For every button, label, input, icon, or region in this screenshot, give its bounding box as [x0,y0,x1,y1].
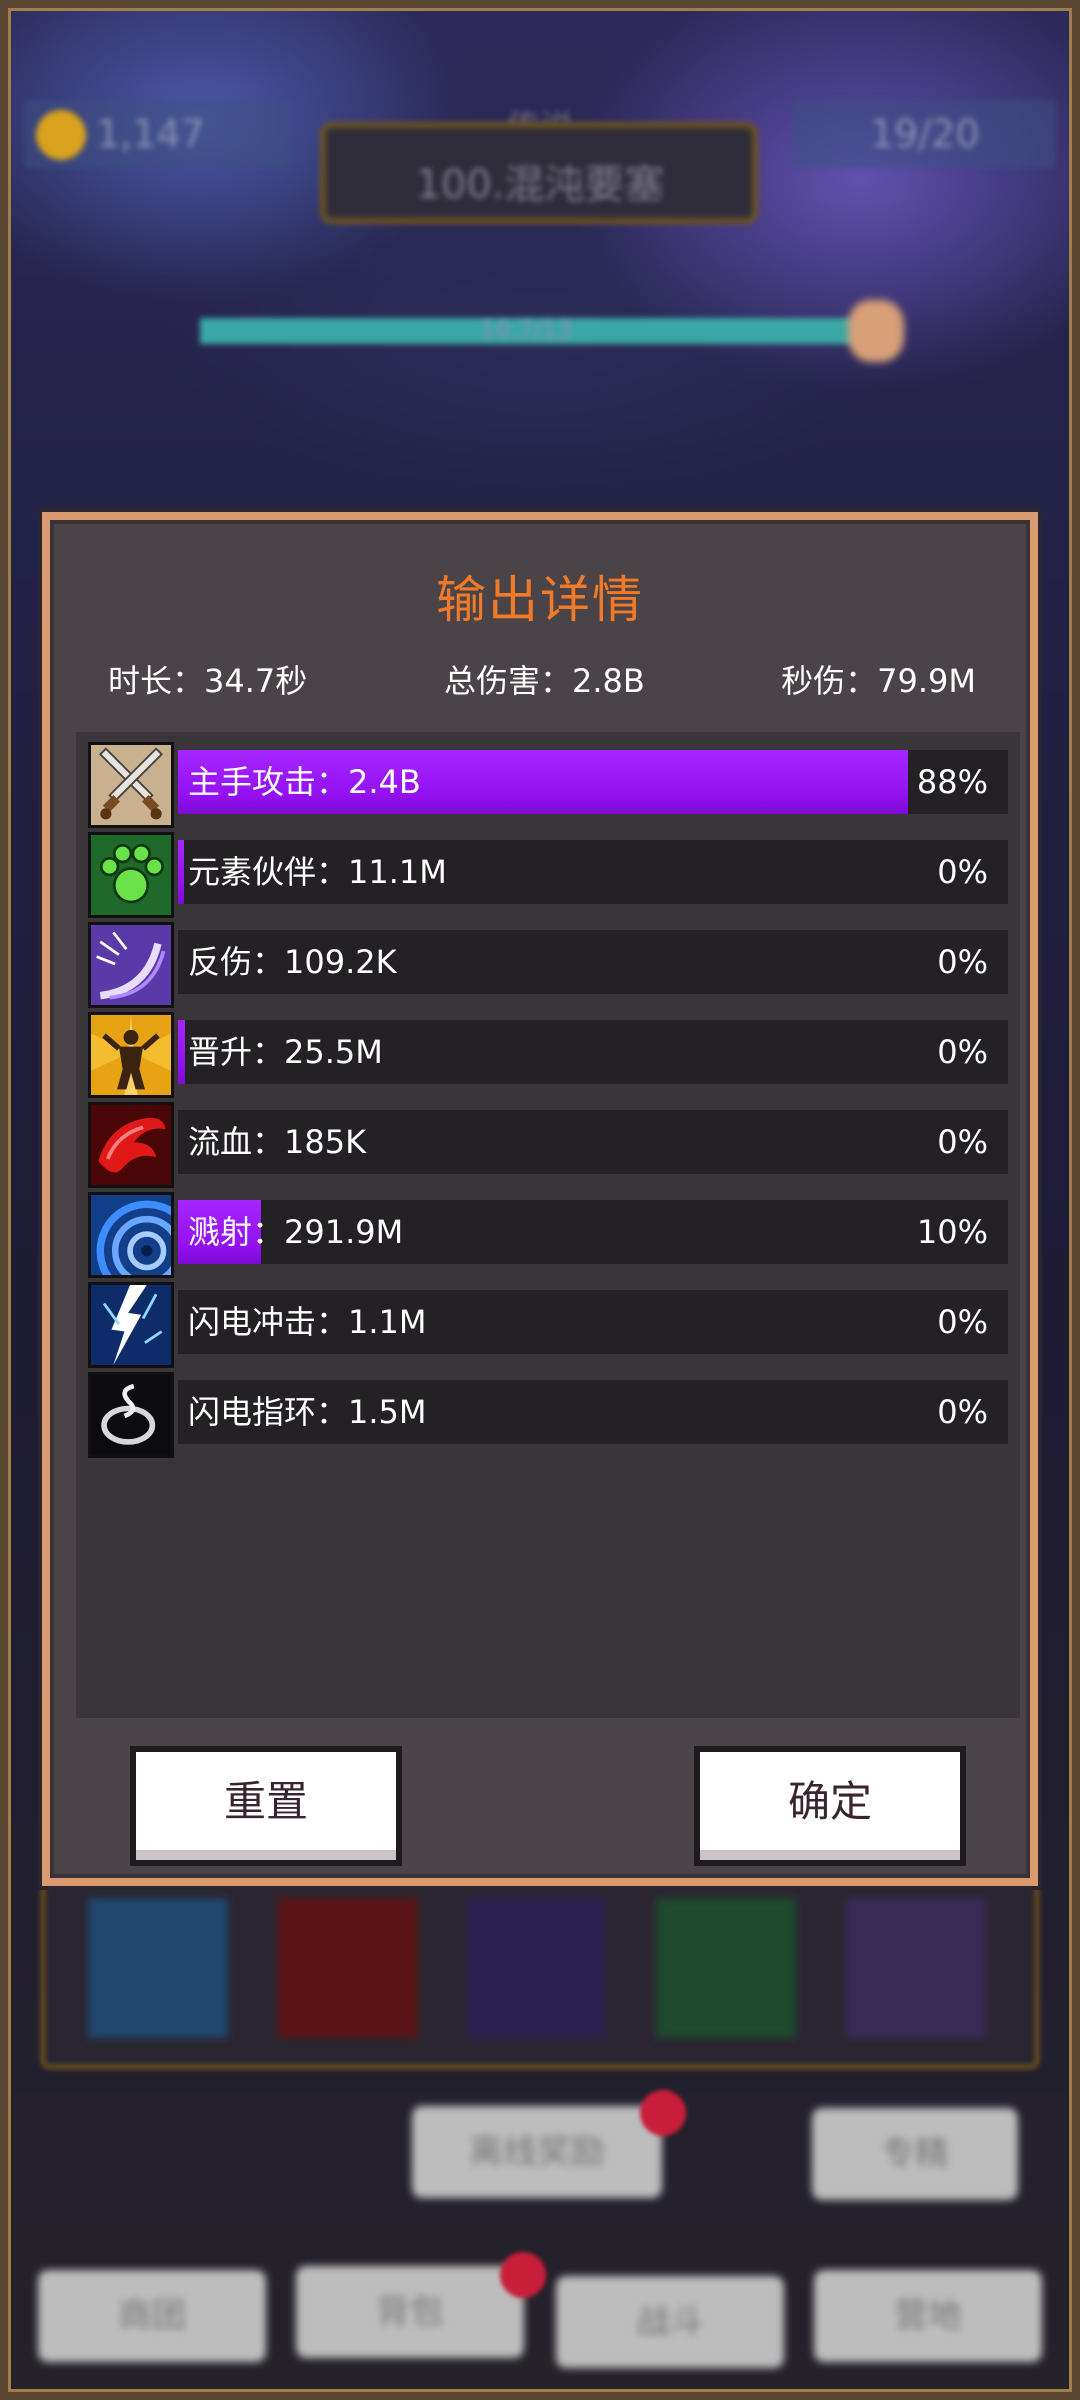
skill-percent: 0% [937,1123,988,1161]
list-item: 流血：185K 0% [88,1102,1008,1188]
damage-bar-fill [178,1020,185,1084]
lightning-icon [88,1282,174,1368]
skill-percent: 0% [937,1393,988,1431]
skill-percent: 10% [916,1213,988,1251]
card-violet[interactable] [846,1898,986,2038]
special-button[interactable]: 专精 [812,2108,1018,2200]
list-item: 主手攻击：2.4B 88% [88,742,1008,828]
dialog-title: 输出详情 [436,571,644,629]
total-damage-stat: 总伤害：2.8B [444,662,645,700]
golden-ascend-icon [88,1012,174,1098]
purple-reflect-icon [88,922,174,1008]
card-green[interactable] [656,1898,796,2038]
list-item: 元素伙伴：11.1M 0% [88,832,1008,918]
skill-percent: 0% [937,1303,988,1341]
skill-label: 主手攻击：2.4B [188,763,421,801]
list-item: 闪电冲击：1.1M 0% [88,1282,1008,1368]
card-purple[interactable] [466,1898,606,2038]
damage-detail-dialog: 输出详情 时长：34.7秒 总伤害：2.8B 秒伤：79.9M 主手攻击：2.4… [42,512,1038,1886]
skill-damage-list: 主手攻击：2.4B 88% 元素伙伴：11.1M 0% 反伤：109.2K 0%… [76,732,1020,1718]
nav-guild[interactable]: 商团 [38,2270,266,2362]
skill-label: 反伤：109.2K [188,943,397,981]
confirm-button[interactable]: 确定 [700,1752,960,1860]
notification-dot [500,2252,546,2298]
damage-bar-fill [178,840,184,904]
boss-hp-text: 10.7/13 [480,316,573,344]
skill-label: 流血：185K [188,1123,367,1161]
boss-fox-icon [848,300,904,362]
skill-percent: 88% [916,763,988,801]
nav-battle[interactable]: 战斗 [556,2276,784,2368]
notification-dot [640,2090,686,2136]
list-item: 反伤：109.2K 0% [88,922,1008,1008]
skill-label: 元素伙伴：11.1M [188,853,447,891]
card-red[interactable] [278,1898,418,2038]
skill-label: 溅射：291.9M [188,1213,404,1251]
reset-button[interactable]: 重置 [136,1752,396,1860]
splash-vortex-icon [88,1192,174,1278]
list-item: 闪电指环：1.5M 0% [88,1372,1008,1458]
skill-percent: 0% [937,853,988,891]
green-paw-icon [88,832,174,918]
skill-label: 晋升：25.5M [188,1033,383,1071]
list-item: 溅射：291.9M 10% [88,1192,1008,1278]
bleed-icon [88,1102,174,1188]
list-item: 晋升：25.5M 0% [88,1012,1008,1098]
lightning-ring-icon [88,1372,174,1458]
skill-percent: 0% [937,943,988,981]
skill-label: 闪电指环：1.5M [188,1393,427,1431]
dps-stat: 秒伤：79.9M [781,662,976,700]
crossed-swords-icon [88,742,174,828]
offline-reward-button[interactable]: 离线奖励 [412,2106,662,2198]
duration-stat: 时长：34.7秒 [108,662,308,700]
card-blue[interactable] [88,1898,228,2038]
nav-camp[interactable]: 营地 [814,2270,1042,2362]
stage-name: 100.混沌要塞 [415,162,665,208]
nav-bag[interactable]: 背包 [296,2266,524,2358]
skill-label: 闪电冲击：1.1M [188,1303,427,1341]
skill-percent: 0% [937,1033,988,1071]
